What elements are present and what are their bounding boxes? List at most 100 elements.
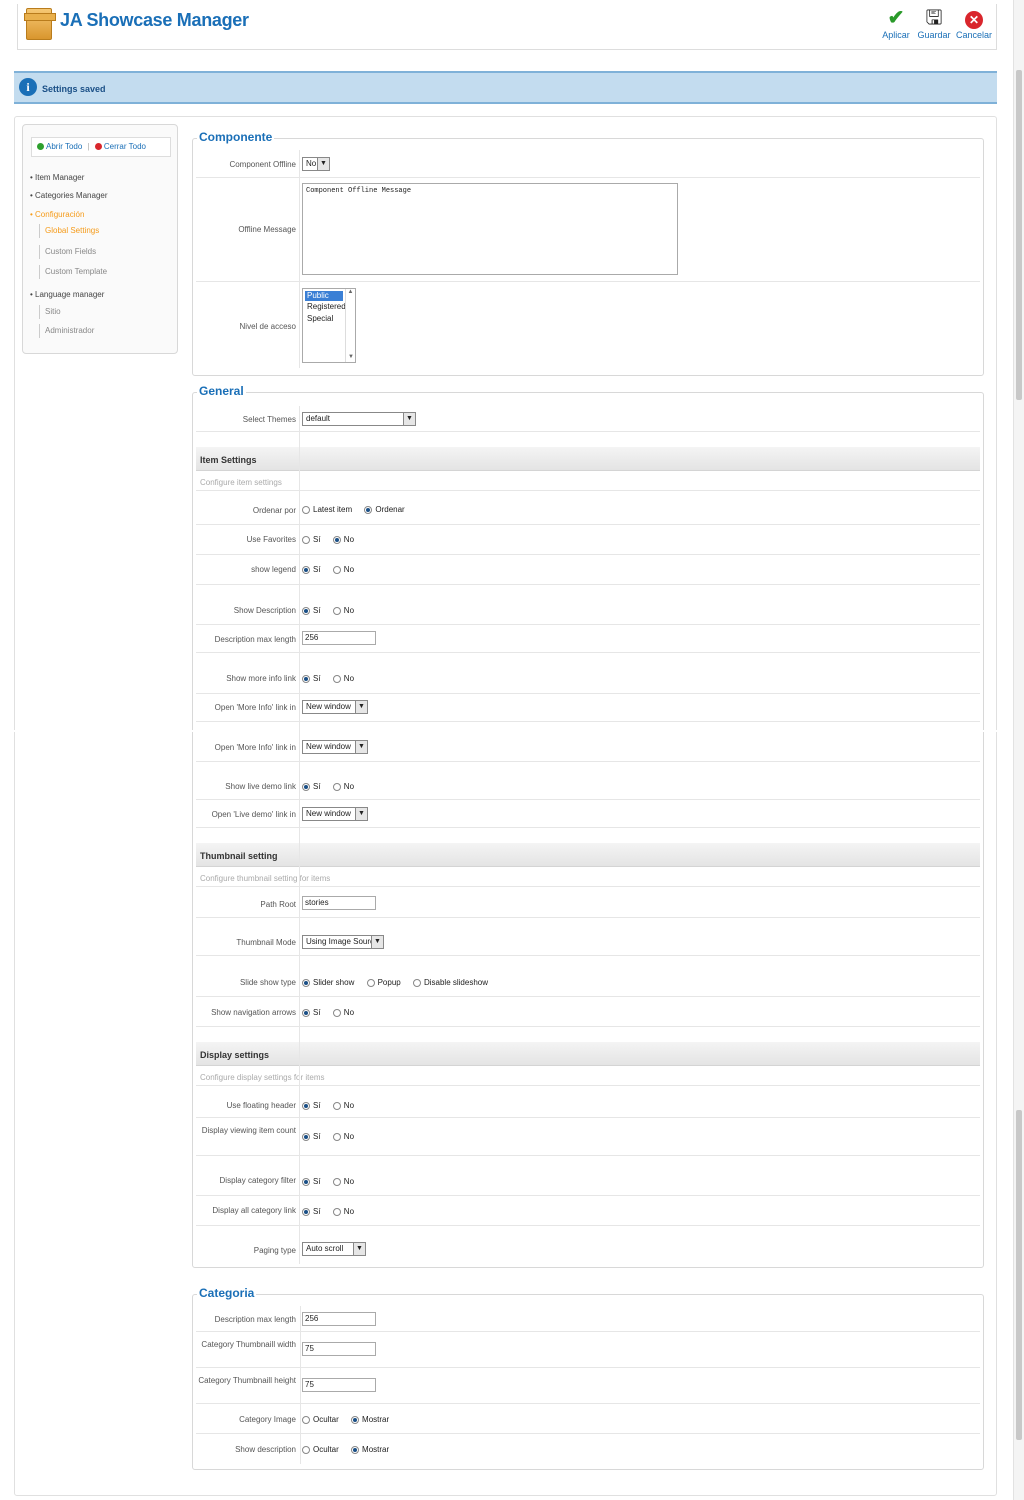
open-live-demo-label: Open 'Live demo' link in [211, 810, 296, 819]
sidebar-item-sitio[interactable]: Sitio [39, 305, 61, 319]
cat-thumb-height-label: Category Thumbnaill height [198, 1376, 296, 1385]
listbox-scrollbar[interactable]: ▲ ▼ [345, 289, 355, 362]
sidebar-item-custom-fields[interactable]: Custom Fields [39, 245, 96, 259]
viewing-no-radio[interactable] [332, 1132, 341, 1141]
showdesc-no-radio[interactable] [332, 606, 341, 615]
catfilter-no-radio[interactable] [332, 1177, 341, 1186]
catdesc-show-radio[interactable] [351, 1445, 360, 1454]
sidebar-item-administrador[interactable]: Administrador [39, 324, 94, 338]
offline-message-textarea[interactable]: Component Offline Message [302, 183, 678, 275]
cat-thumb-width-label: Category Thumbnaill width [201, 1340, 296, 1349]
livedemo-no-radio[interactable] [332, 782, 341, 791]
cat-thumb-height-input[interactable]: 75 [302, 1378, 376, 1392]
all-category-link-row: Display all category link Sí No [196, 1196, 980, 1226]
favorites-yes-radio[interactable] [302, 535, 310, 544]
ordenar-por-row: Ordenar por Latest item Ordenar [196, 497, 980, 525]
sidebar-item-configuracion[interactable]: • Configuración [30, 210, 84, 219]
ordenar-latest-radio[interactable] [302, 505, 310, 514]
cancel-button[interactable]: ✕ Cancelar [954, 6, 994, 40]
allcat-no-radio[interactable] [332, 1207, 341, 1216]
cat-desc-max-length-input[interactable]: 256 [302, 1312, 376, 1326]
ordenar-ordenar-radio[interactable] [364, 505, 373, 514]
scrollbar-thumb[interactable] [1016, 70, 1022, 400]
sidebar-item-global-settings[interactable]: Global Settings [39, 224, 99, 238]
moreinfo-no-radio[interactable] [332, 674, 341, 683]
save-button[interactable]: 🖫 Guardar [914, 6, 954, 40]
catdesc-hide-radio[interactable] [302, 1445, 310, 1454]
catfilter-yes-radio[interactable] [302, 1177, 310, 1186]
cat-show-description-label: Show description [235, 1445, 296, 1454]
description-max-length-input[interactable]: 256 [302, 631, 376, 645]
open-more-info-select[interactable]: New window ▼ [302, 700, 368, 714]
catimage-hide-radio[interactable] [302, 1415, 310, 1424]
floating-header-label: Use floating header [226, 1101, 296, 1110]
component-offline-select[interactable]: No ▼ [302, 157, 330, 171]
open-live-demo-select[interactable]: New window ▼ [302, 807, 368, 821]
open-more-info-row-2: Open 'More Info' link in New window ▼ [196, 734, 980, 762]
sidebar-item-item-manager[interactable]: • Item Manager [30, 173, 84, 182]
access-level-listbox[interactable]: Public Registered Special ▲ ▼ [302, 288, 356, 363]
moreinfo-yes-radio[interactable] [302, 674, 310, 683]
paging-type-label: Paging type [253, 1246, 296, 1255]
showdesc-no-label: No [343, 606, 355, 616]
slide-popup-label: Popup [377, 978, 401, 988]
open-more-info-value: New window [306, 702, 351, 711]
path-root-input[interactable]: stories [302, 896, 376, 910]
livedemo-yes-label: Sí [313, 782, 321, 792]
open-all-button[interactable]: Abrir Todo [37, 142, 82, 151]
legend-yes-radio[interactable] [302, 565, 310, 574]
slide-disable-radio[interactable] [412, 978, 421, 987]
apply-button[interactable]: ✔ Aplicar [876, 6, 916, 40]
open-more-info-label: Open 'More Info' link in [214, 703, 296, 712]
use-favorites-row: Use Favorites Sí No [196, 525, 980, 555]
cat-thumb-width-input[interactable]: 75 [302, 1342, 376, 1356]
paging-type-select[interactable]: Auto scroll ▼ [302, 1242, 366, 1256]
legend-no-radio[interactable] [332, 565, 341, 574]
slide-slider-radio[interactable] [302, 978, 310, 987]
showdesc-yes-radio[interactable] [302, 606, 310, 615]
floating-no-label: No [343, 1101, 355, 1111]
slide-popup-radio[interactable] [366, 978, 375, 987]
close-all-button[interactable]: Cerrar Todo [94, 142, 146, 151]
arrows-no-radio[interactable] [332, 1008, 341, 1017]
livedemo-no-label: No [343, 782, 355, 792]
open-more-info-select-2[interactable]: New window ▼ [302, 740, 368, 754]
general-legend: General [197, 384, 246, 398]
catimage-show-radio[interactable] [351, 1415, 360, 1424]
sidebar-item-language-manager[interactable]: • Language manager [30, 290, 104, 299]
arrows-yes-radio[interactable] [302, 1008, 310, 1017]
thumbnail-mode-row: Thumbnail Mode Using Image Source ▼ [196, 928, 980, 956]
open-more-info-label-2: Open 'More Info' link in [214, 743, 296, 752]
floating-no-radio[interactable] [332, 1101, 341, 1110]
thumbnail-setting-desc: Configure thumbnail setting for items [196, 869, 980, 887]
categoria-legend: Categoria [197, 1286, 257, 1300]
scrollbar-thumb-lower[interactable] [1016, 1110, 1022, 1440]
thumbnail-mode-value: Using Image Source [306, 937, 379, 946]
path-root-row: Path Root stories [196, 890, 980, 918]
chevron-down-icon: ▼ [371, 936, 383, 948]
show-live-demo-label: Show live demo link [225, 782, 296, 791]
livedemo-yes-radio[interactable] [302, 782, 310, 791]
cat-show-description-row: Show description Ocultar Mostrar [196, 1434, 980, 1464]
floating-yes-radio[interactable] [302, 1101, 310, 1110]
access-level-label: Nivel de acceso [239, 322, 296, 331]
cat-desc-max-length-label: Description max length [214, 1315, 296, 1324]
use-favorites-label: Use Favorites [246, 535, 296, 544]
open-live-demo-value: New window [306, 809, 351, 818]
show-description-label: Show Description [233, 606, 296, 615]
access-option-public[interactable]: Public [305, 291, 343, 301]
sidebar-item-categories-manager[interactable]: • Categories Manager [30, 191, 108, 200]
viewing-yes-radio[interactable] [302, 1132, 310, 1141]
catdesc-show-label: Mostrar [362, 1445, 390, 1455]
favorites-no-radio[interactable] [332, 535, 341, 544]
ordenar-ordenar-label: Ordenar [375, 505, 405, 515]
sidebar-item-custom-template[interactable]: Custom Template [39, 265, 107, 279]
thumbnail-mode-select[interactable]: Using Image Source ▼ [302, 935, 384, 949]
system-message: i Settings saved [14, 71, 997, 104]
all-category-link-label: Display all category link [212, 1206, 296, 1215]
select-themes-select[interactable]: default ▼ [302, 412, 416, 426]
category-image-label: Category Image [239, 1415, 296, 1424]
page-scrollbar[interactable] [1013, 0, 1024, 1500]
screenshot-seam [0, 730, 1024, 732]
allcat-yes-radio[interactable] [302, 1207, 310, 1216]
